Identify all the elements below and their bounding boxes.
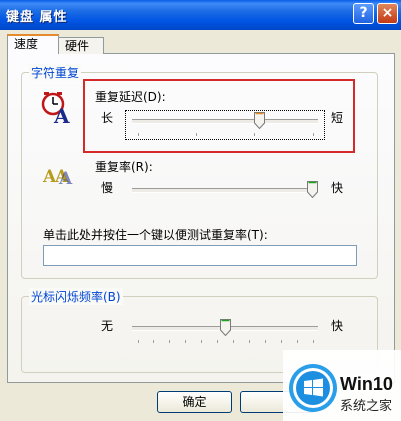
repeat-rate-slider[interactable] (132, 181, 318, 207)
watermark-brand: Win10 (340, 374, 393, 394)
repeat-delay-slider[interactable] (132, 112, 318, 138)
repeat-delay-icon: A (41, 92, 70, 125)
ok-button[interactable]: 确定 (157, 391, 232, 413)
slider-tick (138, 340, 139, 343)
slider-tick (313, 340, 314, 343)
help-icon: ? (359, 5, 368, 21)
slider-tick (313, 133, 314, 136)
slider-tick (201, 340, 202, 343)
repeat-rate-slider-thumb[interactable] (307, 181, 318, 198)
test-repeat-label: 单击此处并按住一个键以便测试重复率(T): (43, 228, 268, 242)
slider-tick (169, 340, 170, 343)
repeat-rate-slider-track (132, 188, 318, 193)
slider-tick (153, 340, 154, 343)
test-repeat-input[interactable] (43, 245, 357, 266)
char-repeat-group-label: 字符重复 (29, 64, 82, 81)
repeat-delay-slider-ticks (132, 133, 318, 138)
repeat-delay-max-label: 短 (331, 111, 344, 125)
slider-tick (185, 340, 186, 343)
help-button[interactable]: ? (353, 3, 374, 24)
slider-tick (138, 133, 139, 136)
slider-tick (249, 340, 250, 343)
close-icon: × (381, 5, 394, 21)
close-button[interactable]: × (377, 3, 398, 24)
watermark-site: 系统之家 (340, 399, 393, 414)
cursor-blink-max-label: 快 (331, 319, 344, 333)
cursor-blink-slider[interactable] (132, 319, 318, 345)
slider-tick (254, 133, 255, 136)
svg-text:A: A (58, 169, 73, 187)
repeat-rate-label: 重复率(R): (95, 160, 153, 174)
repeat-rate-icon: A A A (42, 167, 73, 187)
cursor-blink-slider-thumb[interactable] (220, 319, 231, 336)
repeat-delay-label: 重复延迟(D): (95, 90, 166, 104)
slider-tick (297, 340, 298, 343)
tab-hardware[interactable]: 硬件 (58, 37, 104, 54)
keyboard-properties-window: 键盘 属性 ? × 速度 硬件 字符重复 A 重复延迟(D): 长 短 A A … (0, 0, 401, 421)
slider-tick (217, 340, 218, 343)
repeat-rate-min-label: 慢 (101, 181, 114, 195)
slider-tick (265, 340, 266, 343)
cursor-blink-min-label: 无 (101, 319, 114, 333)
cursor-blink-slider-ticks (132, 340, 318, 345)
cursor-blink-group-label: 光标闪烁频率(B) (29, 288, 123, 305)
repeat-rate-max-label: 快 (331, 181, 344, 195)
repeat-delay-slider-thumb[interactable] (254, 112, 265, 129)
repeat-delay-min-label: 长 (101, 111, 114, 125)
window-title: 键盘 属性 (6, 10, 68, 25)
slider-tick (281, 340, 282, 343)
repeat-rate-slider-ticks (132, 202, 318, 207)
tab-speed[interactable]: 速度 (7, 34, 59, 54)
title-bar[interactable]: 键盘 属性 ? × (0, 0, 401, 30)
slider-tick (233, 340, 234, 343)
slider-tick (196, 133, 197, 136)
svg-text:A: A (53, 104, 70, 125)
repeat-delay-slider-track (132, 119, 318, 124)
